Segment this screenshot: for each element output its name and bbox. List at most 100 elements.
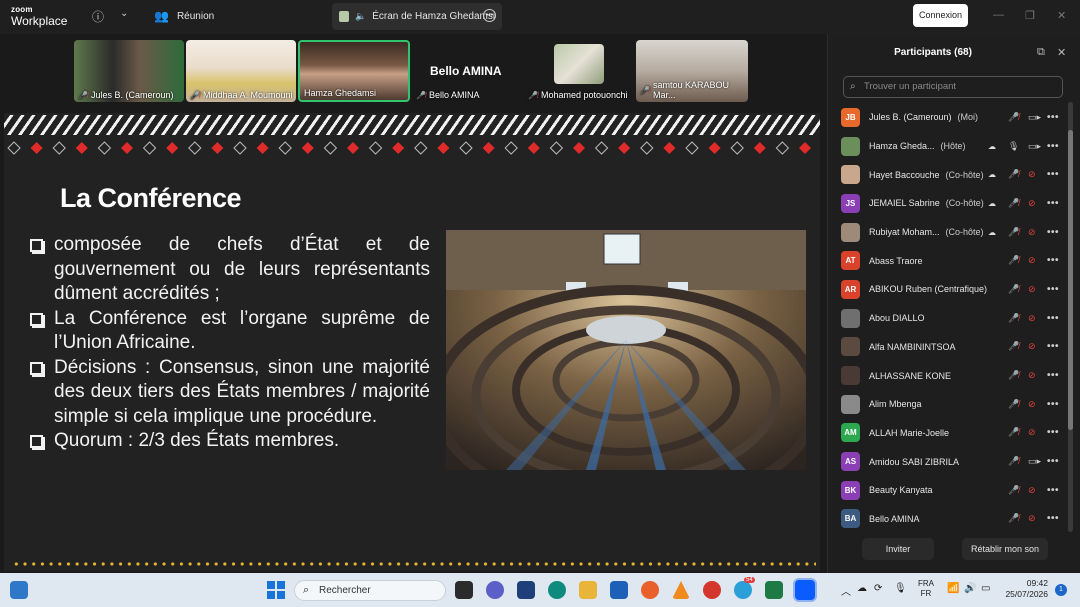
participant-row[interactable]: BA Bello AMINA 🎤̸ ⊘ ••• (828, 505, 1068, 534)
participant-more-icon[interactable]: ••• (1047, 399, 1059, 410)
camera-off-icon[interactable]: ⊘ (1028, 485, 1036, 496)
participant-more-icon[interactable]: ••• (1047, 485, 1059, 496)
firefox-icon[interactable] (641, 581, 659, 599)
camera-off-icon[interactable]: ⊘ (1028, 513, 1036, 524)
participant-more-icon[interactable]: ••• (1047, 370, 1059, 381)
microphone-muted-icon[interactable]: 🎤̸ (1008, 341, 1019, 352)
participant-more-icon[interactable]: ••• (1047, 227, 1059, 238)
camera-off-icon[interactable]: ⊘ (1028, 284, 1036, 295)
video-tile-active-speaker[interactable]: Hamza Ghedamsi (298, 40, 410, 102)
microphone-muted-icon[interactable]: 🎤̸ (1008, 313, 1019, 324)
screen-share-indicator[interactable]: 🔈 Écran de Hamza Ghedamsi ••• (332, 3, 502, 30)
participant-row[interactable]: AS Amidou SABI ZIBRILA 🎤̸ ▭▸ ••• (828, 447, 1068, 476)
participant-row[interactable]: JB Jules B. (Cameroun) (Moi) 🎤̸ ▭▸ ••• (828, 103, 1068, 132)
edge-browser-icon[interactable] (548, 581, 566, 599)
participant-row[interactable]: Alfa NAMBININTSOA 🎤̸ ⊘ ••• (828, 333, 1068, 362)
participant-more-icon[interactable]: ••• (1047, 427, 1059, 438)
pdf-app-icon[interactable] (703, 581, 721, 599)
wifi-icon[interactable]: 📶 (947, 583, 959, 594)
store-app-icon[interactable] (610, 581, 628, 599)
popout-icon[interactable]: ⧉ (1037, 46, 1045, 59)
camera-off-icon[interactable]: ⊘ (1028, 313, 1036, 324)
scrollbar-thumb[interactable] (1068, 130, 1073, 430)
camera-off-icon[interactable]: ⊘ (1028, 227, 1036, 238)
participant-row[interactable]: BK Beauty Kanyata 🎤̸ ⊘ ••• (828, 476, 1068, 505)
participant-more-icon[interactable]: ••• (1047, 341, 1059, 352)
maximize-icon[interactable]: ❐ (1025, 9, 1035, 22)
participant-more-icon[interactable]: ••• (1047, 255, 1059, 266)
widgets-icon[interactable] (10, 581, 28, 599)
video-tile[interactable]: 🎤̸ samtou KARABOU Mar... (636, 40, 748, 102)
participant-list-scrollbar[interactable] (1068, 102, 1073, 532)
invite-button[interactable]: Inviter (862, 538, 934, 560)
chevron-down-icon[interactable]: ⌄ (120, 8, 128, 19)
video-tile[interactable]: 🎤̸ Middhaa A. Moumouni (186, 40, 296, 102)
battery-icon[interactable]: ▭ (981, 583, 990, 594)
participant-search-input[interactable]: ⌕ Trouver un participant (843, 76, 1063, 98)
participant-row[interactable]: Abou DIALLO 🎤̸ ⊘ ••• (828, 304, 1068, 333)
microphone-muted-icon[interactable]: 🎤̸ (1008, 485, 1019, 496)
participant-row[interactable]: Hamza Gheda... (Hôte) ☁ 🎙 ▭▸ ••• (828, 132, 1068, 161)
onedrive-icon[interactable]: ☁ (857, 583, 867, 594)
info-icon[interactable]: ⓘ (92, 8, 104, 25)
zoom-taskbar-icon[interactable] (793, 578, 817, 602)
microphone-muted-icon[interactable]: 🎤̸ (1008, 427, 1019, 438)
microphone-muted-icon[interactable]: 🎤̸ (1008, 456, 1019, 467)
close-panel-icon[interactable]: ✕ (1057, 46, 1066, 59)
close-window-icon[interactable]: ✕ (1057, 9, 1066, 22)
sync-icon[interactable]: ⟳ (874, 583, 882, 594)
camera-off-icon[interactable]: ⊘ (1028, 399, 1036, 410)
microphone-muted-icon[interactable]: 🎤̸ (1008, 169, 1019, 180)
participant-more-icon[interactable]: ••• (1047, 169, 1059, 180)
microphone-muted-icon[interactable]: 🎤̸ (1008, 370, 1019, 381)
restore-audio-button[interactable]: Rétablir mon son (962, 538, 1048, 560)
participant-more-icon[interactable]: ••• (1047, 284, 1059, 295)
camera-off-icon[interactable]: ⊘ (1028, 341, 1036, 352)
task-view-icon[interactable] (455, 581, 473, 599)
camera-off-icon[interactable]: ⊘ (1028, 198, 1036, 209)
microphone-icon[interactable]: 🎙 (894, 583, 907, 594)
more-options-icon[interactable]: ••• (483, 9, 496, 22)
volume-icon[interactable]: 🔊 (964, 583, 976, 594)
participant-row[interactable]: Alim Mbenga 🎤̸ ⊘ ••• (828, 390, 1068, 419)
microphone-muted-icon[interactable]: 🎤̸ (1008, 227, 1019, 238)
notification-badge[interactable]: 1 (1055, 584, 1067, 596)
camera-off-icon[interactable]: ⊘ (1028, 370, 1036, 381)
microphone-on-icon[interactable]: 🎙 (1008, 141, 1019, 152)
vlc-icon[interactable] (672, 581, 690, 599)
chat-app-icon[interactable] (486, 581, 504, 599)
participant-row[interactable]: ALHASSANE KONE 🎤̸ ⊘ ••• (828, 361, 1068, 390)
calendar-app-icon[interactable] (517, 581, 535, 599)
microphone-muted-icon[interactable]: 🎤̸ (1008, 198, 1019, 209)
video-tile[interactable]: 🎤̸ Mohamed potouonchi (524, 40, 634, 102)
tray-overflow-icon[interactable]: ︿ (841, 583, 851, 598)
participant-more-icon[interactable]: ••• (1047, 513, 1059, 524)
signin-button[interactable]: Connexion (913, 4, 968, 27)
clock[interactable]: 09:42 25/07/2026 (1004, 578, 1048, 600)
excel-icon[interactable] (765, 581, 783, 599)
microphone-muted-icon[interactable]: 🎤̸ (1008, 284, 1019, 295)
participant-more-icon[interactable]: ••• (1047, 456, 1059, 467)
camera-on-icon[interactable]: ▭▸ (1028, 112, 1041, 123)
participant-row[interactable]: JS JEMAIEL Sabrine (Co-hôte) ☁ 🎤̸ ⊘ ••• (828, 189, 1068, 218)
video-tile[interactable]: 🎤̸ Jules B. (Cameroun) (74, 40, 184, 102)
participant-row[interactable]: AR ABIKOU Ruben (Centrafique) 🎤̸ ⊘ ••• (828, 275, 1068, 304)
microphone-muted-icon[interactable]: 🎤̸ (1008, 513, 1019, 524)
meeting-button[interactable]: 👥 Réunion (154, 9, 214, 23)
camera-off-icon[interactable]: ⊘ (1028, 169, 1036, 180)
camera-off-icon[interactable]: ⊘ (1028, 427, 1036, 438)
camera-on-icon[interactable]: ▭▸ (1028, 456, 1041, 467)
telegram-icon[interactable] (734, 581, 752, 599)
participant-more-icon[interactable]: ••• (1047, 112, 1059, 123)
participant-more-icon[interactable]: ••• (1047, 141, 1059, 152)
participant-more-icon[interactable]: ••• (1047, 198, 1059, 209)
microphone-muted-icon[interactable]: 🎤̸ (1008, 112, 1019, 123)
camera-on-icon[interactable]: ▭▸ (1028, 141, 1041, 152)
zoom-workplace-logo[interactable]: zoom Workplace (11, 6, 67, 28)
participant-row[interactable]: AT Abass Traore 🎤̸ ⊘ ••• (828, 246, 1068, 275)
participant-row[interactable]: Rubiyat Moham... (Co-hôte) ☁ 🎤̸ ⊘ ••• (828, 218, 1068, 247)
microphone-muted-icon[interactable]: 🎤̸ (1008, 399, 1019, 410)
participant-row[interactable]: AM ALLAH Marie-Joelle 🎤̸ ⊘ ••• (828, 419, 1068, 448)
file-explorer-icon[interactable] (579, 581, 597, 599)
microphone-muted-icon[interactable]: 🎤̸ (1008, 255, 1019, 266)
